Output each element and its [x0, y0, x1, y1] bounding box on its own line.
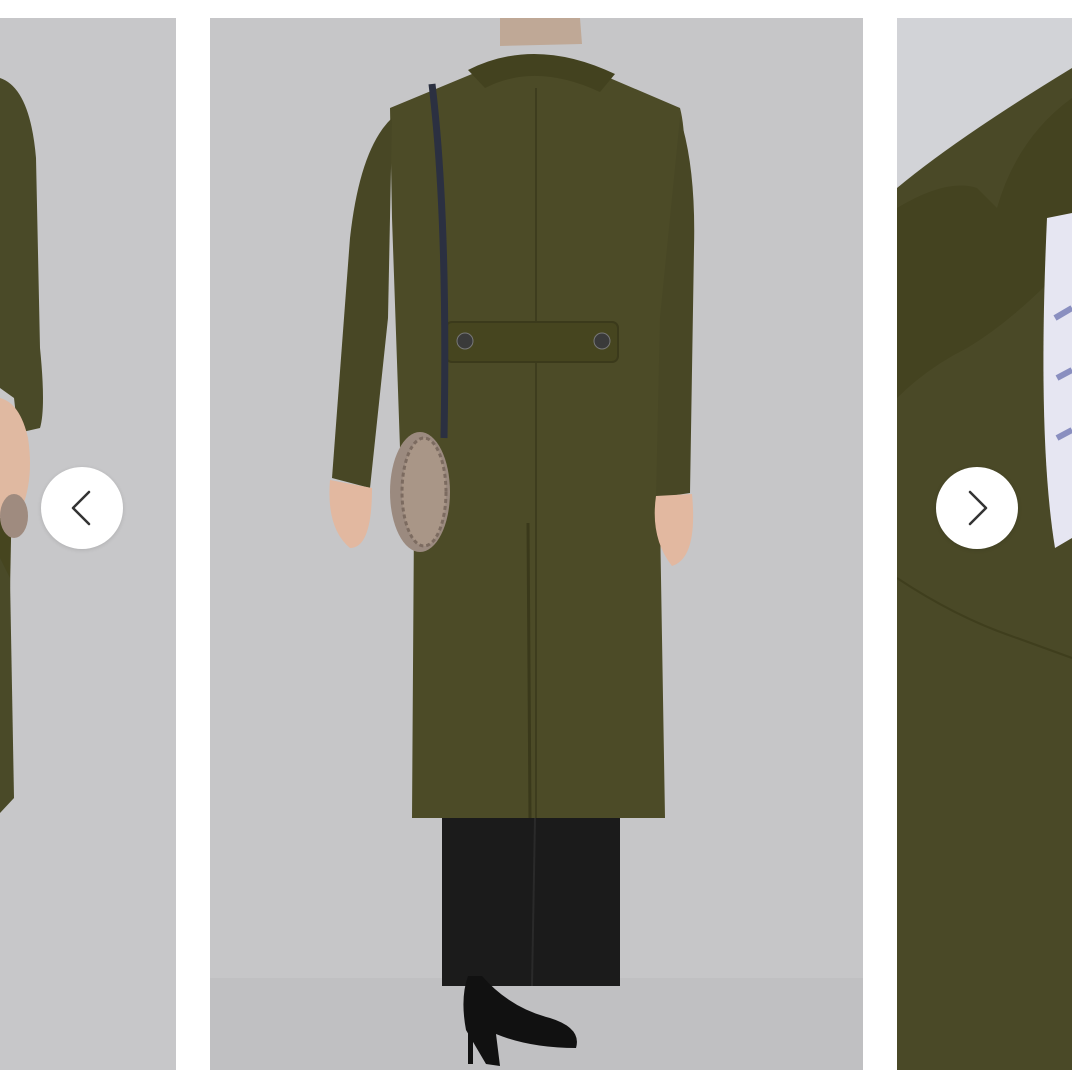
image-carousel [0, 0, 1072, 1080]
current-slide-image[interactable] [210, 18, 863, 1070]
coat-photo-back [210, 18, 863, 1070]
previous-slide-button[interactable] [41, 467, 123, 549]
chevron-left-icon [71, 490, 91, 526]
next-slide-button[interactable] [936, 467, 1018, 549]
chevron-right-icon [968, 490, 988, 526]
